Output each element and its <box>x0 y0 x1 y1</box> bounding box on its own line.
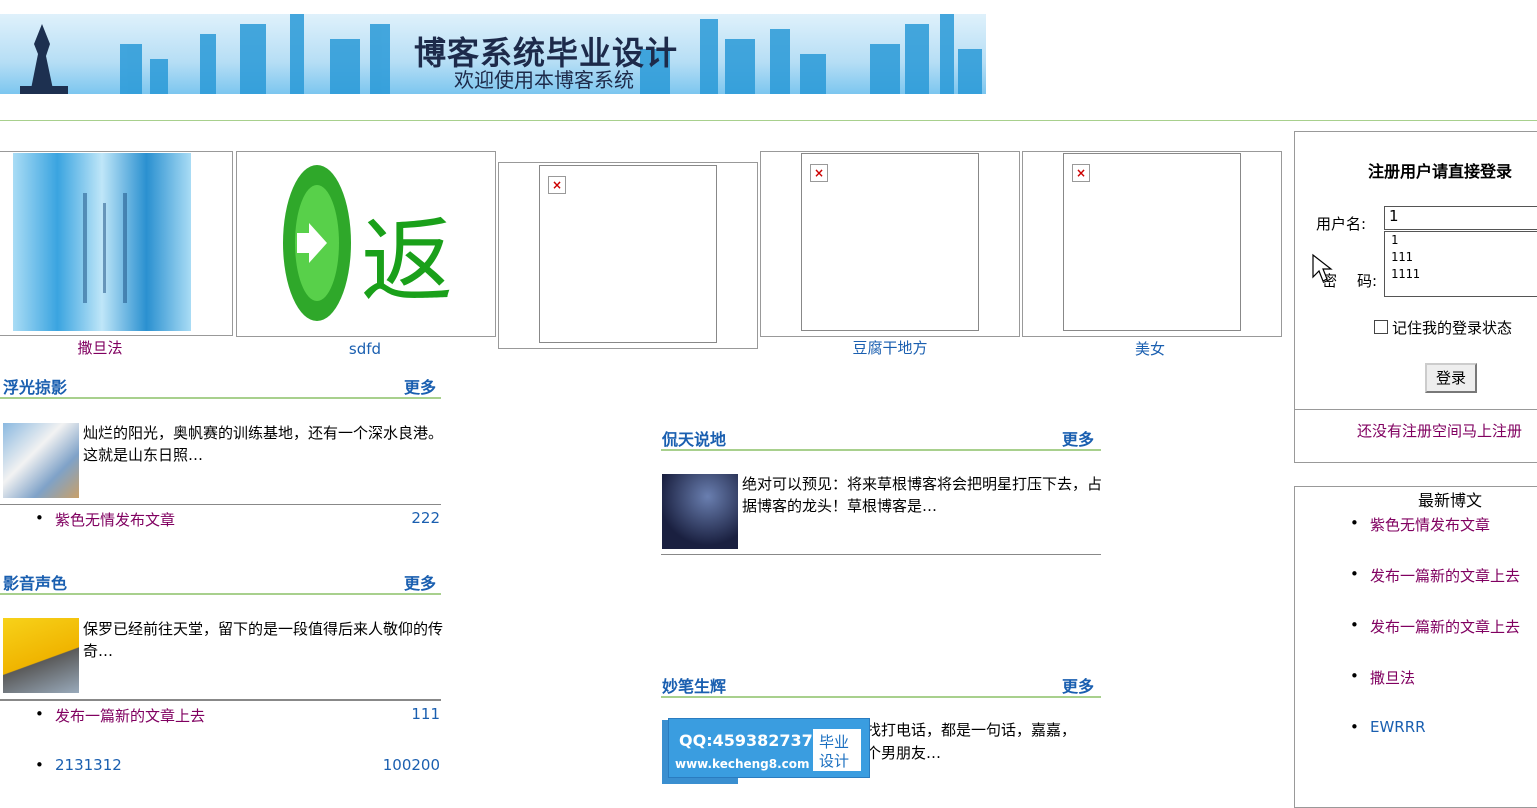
username-label: 用户名: <box>1316 215 1367 233</box>
login-button[interactable]: 登录 <box>1425 363 1477 393</box>
return-icon[interactable]: 返回 <box>277 153 455 331</box>
view-count: 111 <box>411 705 440 723</box>
remember-me-checkbox[interactable] <box>1374 320 1388 334</box>
latest-post-link[interactable]: 发布一篇新的文章上去 <box>1350 565 1520 586</box>
article-link[interactable]: 2131312 <box>35 756 122 774</box>
image-card-5[interactable]: × <box>1022 151 1282 337</box>
broken-image-placeholder[interactable]: × <box>801 153 979 331</box>
tag-line-2: 设计 <box>819 752 850 770</box>
image-card-1[interactable] <box>0 151 233 336</box>
music-thumbnail[interactable] <box>3 618 79 693</box>
section-divider <box>661 696 1101 698</box>
section-divider <box>0 593 441 595</box>
article-link[interactable]: 紫色无情发布文章 <box>35 509 175 530</box>
photo-collage-thumbnail[interactable] <box>3 423 79 498</box>
more-link-yingyin[interactable]: 更多 <box>404 570 436 594</box>
header-divider <box>0 120 1537 121</box>
more-link-fuguang[interactable]: 更多 <box>404 374 436 398</box>
view-count: 100200 <box>382 756 440 774</box>
image-caption-4[interactable]: 豆腐干地方 <box>830 337 950 358</box>
summary-divider <box>661 554 1101 555</box>
qq-number: QQ:459382737 <box>679 731 813 750</box>
svg-text:返回: 返回 <box>361 208 455 315</box>
section-summary: 保罗已经前往天堂，留下的是一段值得后来人敬仰的传奇… <box>83 620 444 660</box>
image-caption-2[interactable]: sdfd <box>330 340 400 358</box>
more-link-kantian[interactable]: 更多 <box>1062 426 1094 450</box>
tag-line-1: 毕业 <box>819 733 850 751</box>
autocomplete-option[interactable]: 111 <box>1391 249 1537 266</box>
banner-thumbnail-image[interactable] <box>13 153 191 331</box>
more-link-miaobi[interactable]: 更多 <box>1062 673 1094 697</box>
section-divider <box>661 449 1101 451</box>
image-caption-1[interactable]: 撒旦法 <box>60 337 140 358</box>
remember-me-label[interactable]: 记住我的登录状态 <box>1392 317 1512 338</box>
image-caption-5[interactable]: 美女 <box>1120 338 1180 359</box>
summary-divider <box>0 699 441 701</box>
article-link[interactable]: 发布一篇新的文章上去 <box>35 705 205 726</box>
image-card-3[interactable]: × <box>498 162 758 349</box>
login-divider <box>1294 409 1537 410</box>
latest-post-link[interactable]: 撒旦法 <box>1350 667 1415 688</box>
section-divider <box>0 397 441 399</box>
broken-image-icon: × <box>1072 164 1090 182</box>
graduation-tag: 毕业 设计 <box>813 729 861 771</box>
view-count: 222 <box>411 509 440 527</box>
section-title-fuguang[interactable]: 浮光掠影 <box>3 374 67 398</box>
autocomplete-option[interactable]: 1111 <box>1391 266 1537 283</box>
site-banner: 博客系统毕业设计 欢迎使用本博客系统 <box>0 14 986 94</box>
summary-divider <box>0 504 441 505</box>
section-title-miaobi[interactable]: 妙笔生辉 <box>662 673 726 697</box>
mouse-cursor-icon <box>1312 253 1333 282</box>
autocomplete-option[interactable]: 1 <box>1391 232 1537 249</box>
qq-watermark-badge: QQ:459382737 www.kecheng8.com 毕业 设计 <box>668 718 870 778</box>
section-summary-continued: 个男朋友… <box>866 744 942 762</box>
broken-image-icon: × <box>810 164 828 182</box>
password-label-part2: 码: <box>1357 272 1378 290</box>
latest-posts-title: 最新博文 <box>1418 491 1483 510</box>
latest-post-link[interactable]: EWRRR <box>1350 718 1425 736</box>
section-title-kantian[interactable]: 侃天说地 <box>662 426 726 450</box>
site-url: www.kecheng8.com <box>675 757 810 771</box>
username-input[interactable]: 1 <box>1384 206 1537 230</box>
night-sky-thumbnail[interactable] <box>662 474 738 549</box>
broken-image-placeholder[interactable]: × <box>1063 153 1241 331</box>
autocomplete-dropdown[interactable]: 1 111 1111 <box>1384 231 1537 297</box>
latest-post-link[interactable]: 紫色无情发布文章 <box>1350 514 1490 535</box>
image-card-2[interactable]: 返回 <box>236 151 496 337</box>
broken-image-icon: × <box>548 176 566 194</box>
section-summary: 绝对可以预见：将来草根博客将会把明星打压下去，占据博客的龙头！草根博客是… <box>742 475 1103 515</box>
section-title-yingyin[interactable]: 影音声色 <box>3 570 67 594</box>
register-link[interactable]: 还没有注册空间马上注册 <box>1357 420 1522 441</box>
broken-image-placeholder[interactable]: × <box>539 165 717 343</box>
site-subtitle: 欢迎使用本博客系统 <box>454 68 634 92</box>
latest-post-link[interactable]: 发布一篇新的文章上去 <box>1350 616 1520 637</box>
section-summary: 灿烂的阳光，奥帆赛的训练基地，还有一个深水良港。这就是山东日照… <box>83 424 444 464</box>
login-title: 注册用户请直接登录 <box>1368 162 1513 181</box>
image-card-4[interactable]: × <box>760 151 1020 337</box>
section-summary: 找打电话，都是一句话，嘉嘉， <box>866 721 1077 739</box>
